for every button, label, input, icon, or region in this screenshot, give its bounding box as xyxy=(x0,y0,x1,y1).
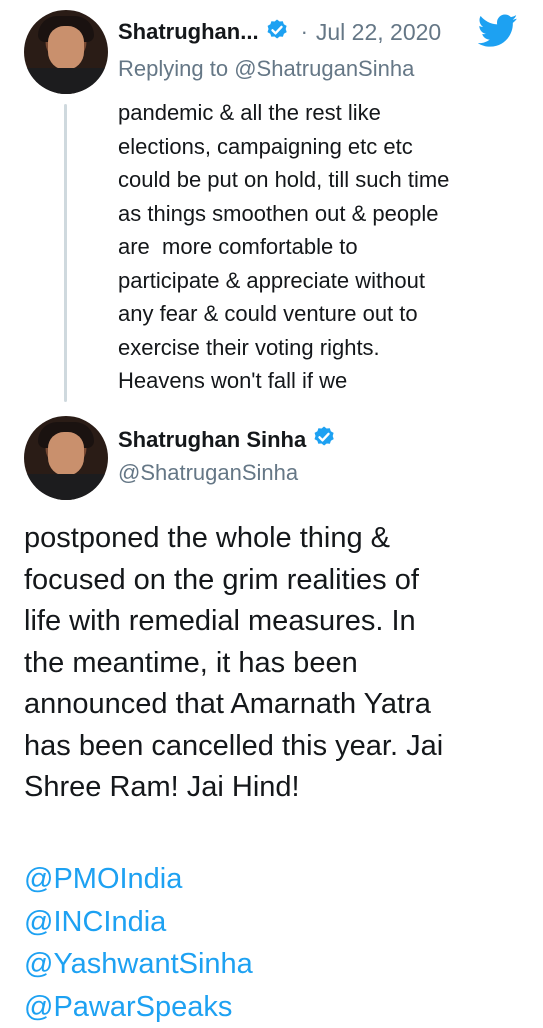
main-author-row: Shatrughan Sinha xyxy=(118,425,336,454)
mention-link[interactable]: @PMOIndia xyxy=(24,858,253,901)
main-avatar[interactable] xyxy=(24,416,108,500)
main-tweet-text: postponed the whole thing & focused on t… xyxy=(24,518,529,809)
twitter-bird-icon[interactable] xyxy=(478,14,518,53)
mention-link[interactable]: @PawarSpeaks xyxy=(24,986,253,1028)
reply-context: Replying to @ShatruganSinha xyxy=(118,56,414,82)
mention-link[interactable]: @YashwantSinha xyxy=(24,943,253,986)
verified-badge-icon xyxy=(312,425,336,454)
main-author-handle[interactable]: @ShatruganSinha xyxy=(118,460,298,486)
reply-prefix: Replying to xyxy=(118,56,228,81)
separator-dot: · xyxy=(301,19,308,45)
reply-to-handle-link[interactable]: @ShatruganSinha xyxy=(234,56,414,81)
parent-tweet-date[interactable]: Jul 22, 2020 xyxy=(316,19,441,46)
thread-connector-line xyxy=(64,104,67,402)
mention-link[interactable]: @INCIndia xyxy=(24,901,253,944)
verified-badge-icon xyxy=(265,18,289,47)
mention-list: @PMOIndia @INCIndia @YashwantSinha @Pawa… xyxy=(24,858,253,1028)
main-author-name[interactable]: Shatrughan Sinha xyxy=(118,427,306,453)
parent-avatar[interactable] xyxy=(24,10,108,94)
parent-author-name[interactable]: Shatrughan... xyxy=(118,19,259,45)
parent-tweet-text: pandemic & all the rest like elections, … xyxy=(118,96,528,398)
